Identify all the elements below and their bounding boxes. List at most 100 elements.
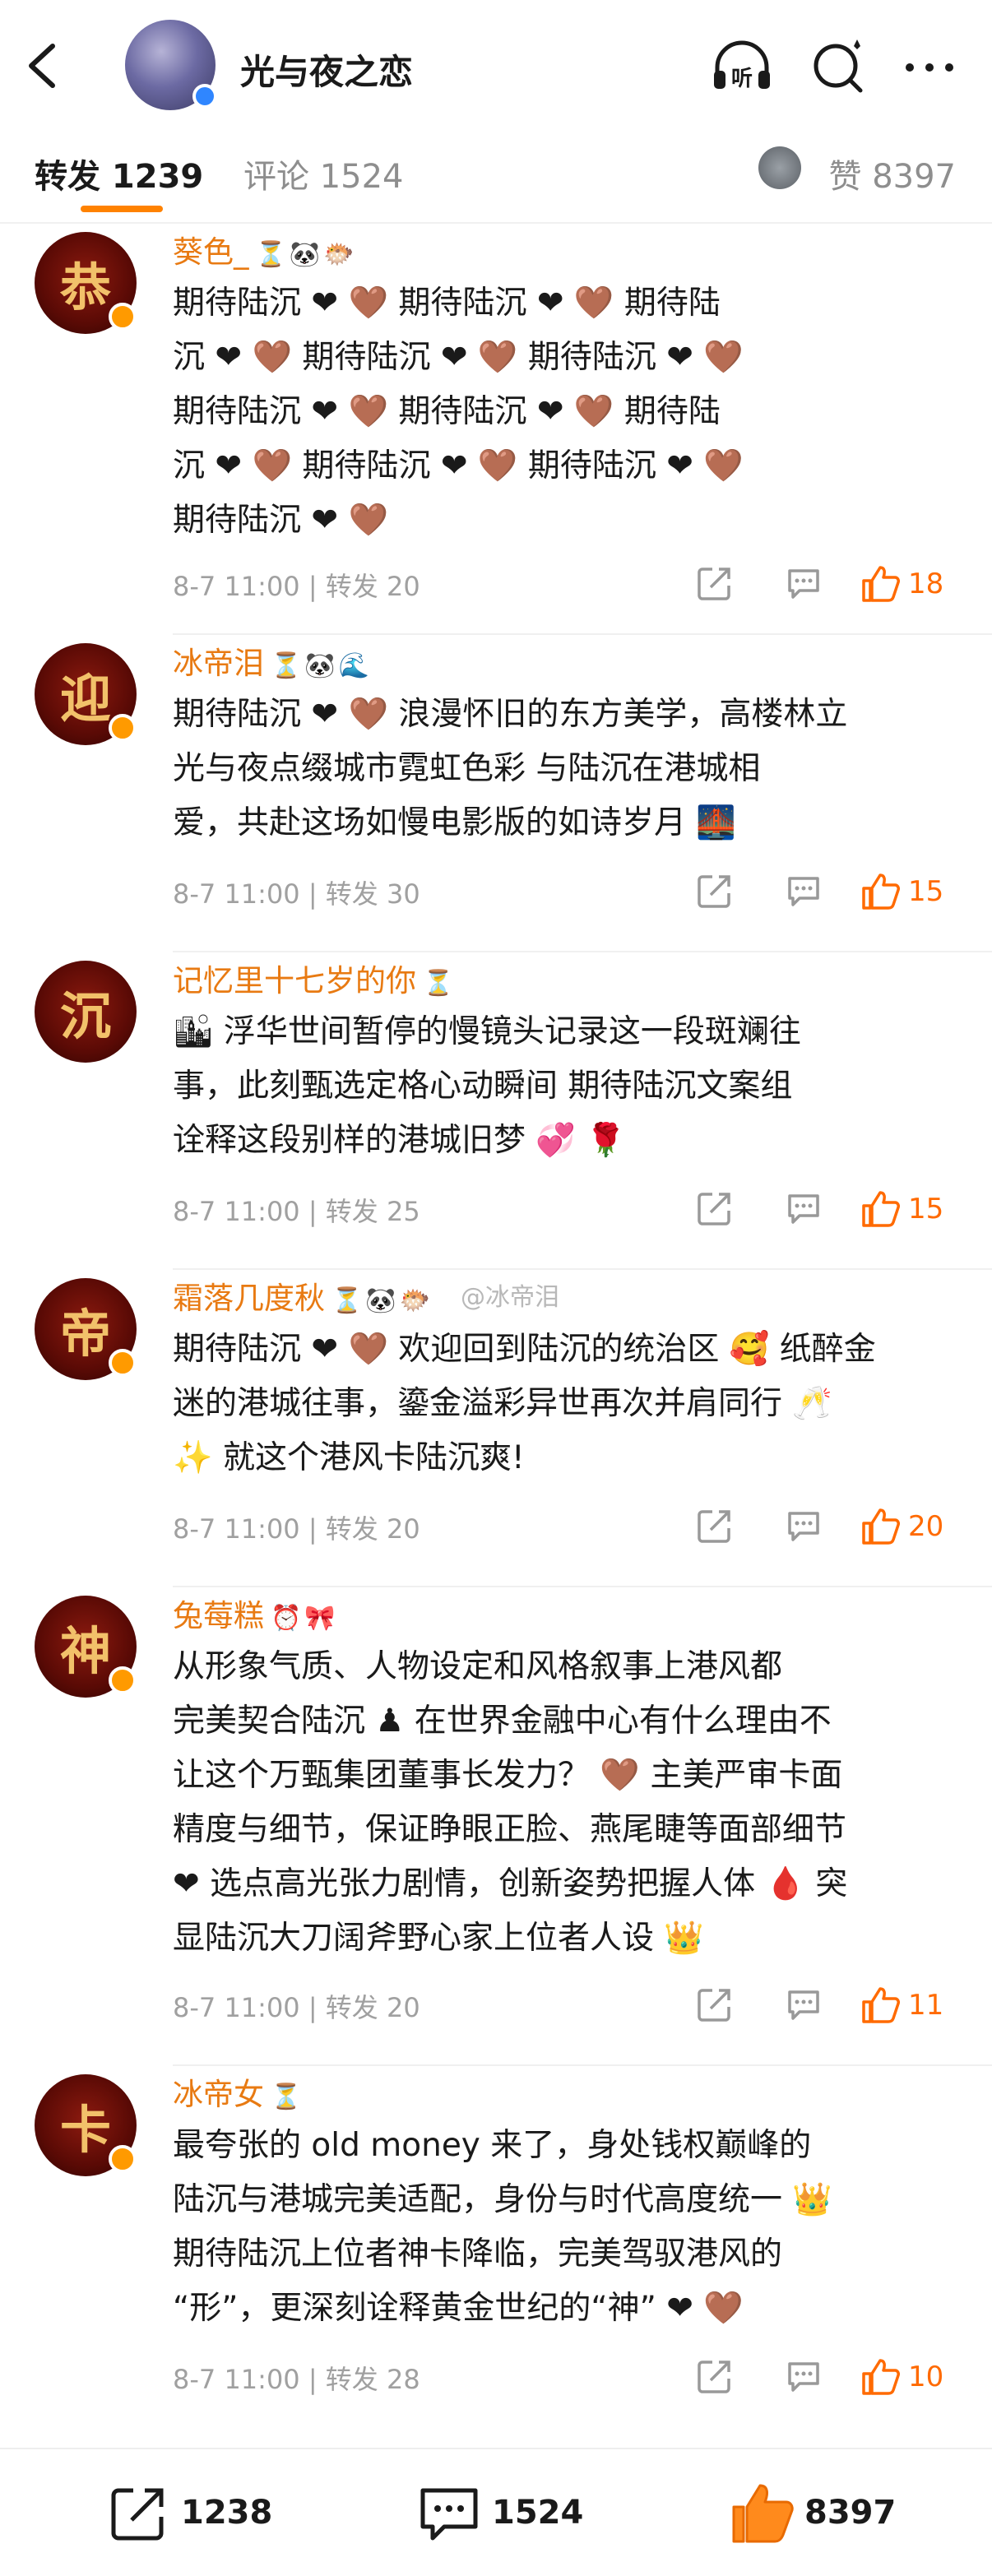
comment-line: 沉 ❤ 🤎 期待陆沉 ❤ 🤎 期待陆沉 ❤ 🤎 — [173, 339, 744, 376]
active-tab-indicator — [81, 206, 163, 212]
comment-line: 迷的港城往事，鎏金溢彩异世再次并肩同行 🥂 — [173, 1385, 832, 1422]
comment-icon[interactable] — [785, 1985, 823, 2023]
avatar[interactable]: 迎 — [35, 643, 137, 745]
comment-meta: 8-7 11:00 | 转发 25 — [173, 1196, 420, 1227]
comment-icon[interactable] — [785, 1507, 823, 1545]
chevron-left-icon — [29, 44, 55, 88]
username[interactable]: 霜落几度秋 ⏳🐼🐡 — [173, 1273, 433, 1318]
comment-line: 期待陆沉 ❤ 🤎 — [173, 502, 389, 539]
back-button[interactable] — [25, 41, 61, 90]
comment-line: 期待陆沉 ❤ 🤎 期待陆沉 ❤ 🤎 期待陆 — [173, 285, 721, 322]
share-icon[interactable] — [696, 1507, 734, 1545]
comment-line: 爱，共赴这场如慢电影版的如诗岁月 🌉 — [173, 804, 736, 841]
member-badge-icon — [109, 714, 137, 742]
member-badge-icon — [109, 1349, 137, 1377]
comment-line: 精度与细节，保证睁眼正脸、燕尾睫等面部细节 — [173, 1811, 847, 1848]
comment-icon[interactable] — [785, 1189, 823, 1227]
username[interactable]: 冰帝女 ⏳ — [173, 2069, 304, 2114]
tab-comment[interactable]: 评论 1524 — [243, 150, 404, 197]
member-badge-icon — [109, 2145, 137, 2173]
comment-line: 期待陆沉 ❤ 🤎 期待陆沉 ❤ 🤎 期待陆 — [173, 393, 721, 430]
avatar[interactable]: 卡 — [35, 2074, 137, 2176]
avatar[interactable]: 恭 — [35, 232, 137, 334]
avatar[interactable]: 神 — [35, 1596, 137, 1698]
repost-button[interactable]: 1238 — [105, 2481, 303, 2546]
avatar-glyph: 迎 — [59, 669, 111, 729]
repost-count: 1238 — [181, 2494, 273, 2532]
action-row: 15 — [696, 872, 959, 913]
search-button[interactable] — [806, 35, 872, 100]
like-count: 8397 — [804, 2494, 897, 2532]
comment-text: 最夸张的 old money 来了，身处钱权巅峰的 陆沉与港城完美适配，身份与时… — [173, 2119, 962, 2336]
comment-meta: 8-7 11:00 | 转发 30 — [173, 878, 420, 910]
tab-like[interactable]: 赞 8397 — [828, 150, 956, 197]
comment-icon[interactable] — [785, 2357, 823, 2395]
share-icon[interactable] — [696, 872, 734, 910]
comment-line: 期待陆沉上位者神卡降临，完美驾驭港风的 — [173, 2235, 783, 2273]
username-text: 霜落几度秋 — [173, 1281, 325, 1316]
bottom-action-bar: 1238 1524 8397 — [0, 2448, 992, 2576]
comment-icon[interactable] — [785, 872, 823, 910]
like-icon[interactable] — [860, 2357, 900, 2397]
tab-bar: 转发 1239 评论 1524 赞 8397 — [0, 132, 992, 222]
like-icon[interactable] — [860, 1507, 900, 1546]
share-icon[interactable] — [696, 1985, 734, 2023]
avatar[interactable]: 沉 — [35, 961, 137, 1063]
comment-meta: 8-7 11:00 | 转发 20 — [173, 1513, 420, 1545]
comment-line: 期待陆沉 ❤ 🤎 浪漫怀旧的东方美学，高楼林立 — [173, 696, 848, 733]
comment-line: 🏙 浮华世间暂停的慢镜头记录这一段斑斓往 — [173, 1013, 801, 1050]
action-row: 11 — [696, 1985, 959, 2027]
comment-line: 从形象气质、人物设定和风格叙事上港风都 — [173, 1648, 783, 1685]
share-icon[interactable] — [696, 564, 734, 602]
comment-line: 诠释这段别样的港城旧梦 💞 🌹 — [173, 1122, 626, 1159]
like-icon[interactable] — [860, 1985, 900, 2025]
comment-line: 最夸张的 old money 来了，身处钱权巅峰的 — [173, 2127, 812, 2164]
listen-label: 听 — [731, 67, 753, 91]
comment-line: 完美契合陆沉 ♟ 在世界金融中心有什么理由不 — [173, 1703, 832, 1740]
username[interactable]: 葵色_ ⏳🐼🐡 — [173, 227, 358, 271]
username[interactable]: 兔莓糕 ⏰🎀 — [173, 1591, 339, 1635]
comment-line: ✨ 就这个港风卡陆沉爽! — [173, 1439, 525, 1476]
username[interactable]: 记忆里十七岁的你 ⏳ — [173, 956, 457, 1000]
more-button[interactable] — [897, 35, 962, 100]
share-icon[interactable] — [696, 2357, 734, 2395]
comment-line: “形”，更深刻诠释黄金世纪的“神” ❤ 🤎 — [173, 2290, 744, 2327]
member-badge-icon — [109, 1666, 137, 1694]
watermark: @冰帝泪 — [461, 1283, 559, 1312]
listen-button[interactable]: 听 — [709, 35, 775, 100]
comment-line: 期待陆沉 ❤ 🤎 欢迎回到陆沉的统治区 🥰 纸醉金 — [173, 1331, 876, 1368]
verified-badge-icon — [192, 84, 217, 109]
avatar[interactable]: 帝 — [35, 1278, 137, 1380]
share-icon[interactable] — [696, 1189, 734, 1227]
account-avatar[interactable] — [125, 20, 217, 110]
member-badge-icon — [109, 303, 137, 331]
avatar-glyph: 卡 — [59, 2100, 111, 2160]
comment-meta: 8-7 11:00 | 转发 28 — [173, 2364, 420, 2395]
avatar-glyph: 帝 — [59, 1304, 111, 1364]
name-emojis: ⏳🐼🐡 — [331, 1286, 434, 1315]
list-item: 神 兔莓糕 ⏰🎀 从形象气质、人物设定和风格叙事上港风都 完美契合陆沉 ♟ 在世界… — [0, 1587, 992, 2066]
tab-repost[interactable]: 转发 1239 — [35, 150, 203, 197]
username-text: 兔莓糕 — [173, 1598, 264, 1633]
comment-button[interactable]: 1524 — [416, 2481, 614, 2546]
like-icon[interactable] — [860, 564, 900, 604]
comment-line: ❤ 选点高光张力剧情，创新姿势把握人体 🩸 突 — [173, 1865, 848, 1902]
like-button[interactable]: 8397 — [729, 2481, 926, 2546]
comment-meta: 8-7 11:00 | 转发 20 — [173, 1992, 420, 2023]
like-count: 20 — [908, 1510, 944, 1543]
name-emojis: ⏰🎀 — [271, 1604, 339, 1633]
comment-line: 让这个万甄集团董事长发力？ 🤎 主美严审卡面 — [173, 1757, 843, 1794]
action-row: 20 — [696, 1507, 959, 1548]
comment-icon[interactable] — [785, 564, 823, 602]
top-bar: 光与夜之恋 听 — [0, 0, 992, 132]
name-emojis: ⏳🐼🐡 — [255, 240, 358, 269]
page-title[interactable]: 光与夜之恋 — [240, 44, 413, 95]
username-text: 记忆里十七岁的你 — [173, 963, 416, 998]
list-item: 卡 冰帝女 ⏳ 最夸张的 old money 来了，身处钱权巅峰的 陆沉与港城完美… — [0, 2066, 992, 2436]
like-icon[interactable] — [860, 872, 900, 911]
comment-text: 从形象气质、人物设定和风格叙事上港风都 完美契合陆沉 ♟ 在世界金融中心有什么理… — [173, 1640, 962, 1966]
avatar-glyph: 沉 — [59, 986, 111, 1046]
name-emojis: ⏳🐼🌊 — [271, 651, 373, 680]
username[interactable]: 冰帝泪 ⏳🐼🌊 — [173, 638, 373, 683]
like-icon[interactable] — [860, 1189, 900, 1229]
